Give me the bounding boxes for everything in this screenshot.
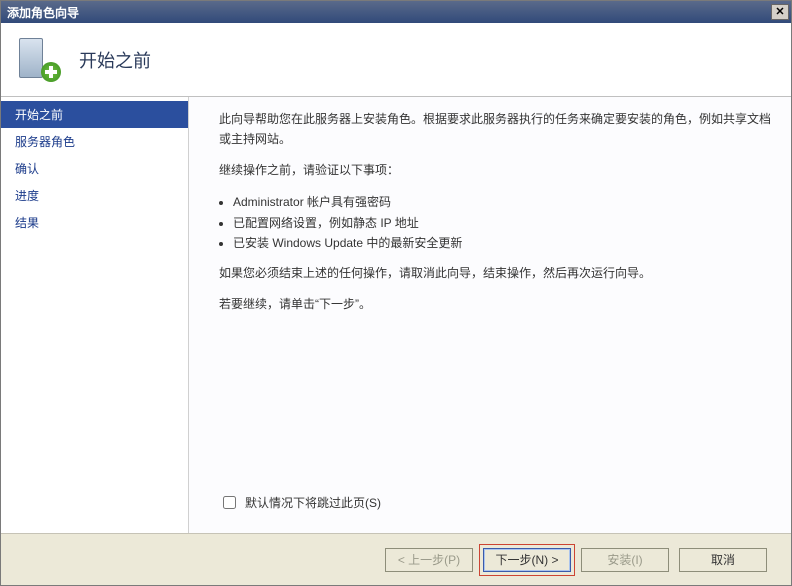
sidebar-item-label: 进度 — [15, 189, 39, 203]
sidebar-item-label: 开始之前 — [15, 108, 63, 122]
content-panel: 此向导帮助您在此服务器上安装角色。根据要求此服务器执行的任务来确定要安装的角色，… — [189, 97, 791, 533]
sidebar-item-label: 服务器角色 — [15, 135, 75, 149]
install-button: 安装(I) — [581, 548, 669, 572]
next-button[interactable]: 下一步(N) > — [483, 548, 571, 572]
page-title: 开始之前 — [79, 47, 151, 73]
close-icon[interactable]: ✕ — [771, 4, 789, 20]
wizard-header: 开始之前 — [1, 23, 791, 97]
cancel-button[interactable]: 取消 — [679, 548, 767, 572]
wizard-footer: < 上一步(P) 下一步(N) > 安装(I) 取消 — [1, 533, 791, 585]
warning-text: 如果您必须结束上述的任何操作，请取消此向导，结束操作，然后再次运行向导。 — [219, 263, 771, 283]
list-item: 已安装 Windows Update 中的最新安全更新 — [233, 233, 771, 253]
server-role-icon — [15, 36, 63, 84]
continue-hint: 若要继续，请单击“下一步”。 — [219, 294, 771, 314]
verify-heading: 继续操作之前，请验证以下事项： — [219, 160, 771, 180]
window-title: 添加角色向导 — [7, 4, 771, 21]
skip-checkbox[interactable] — [223, 496, 236, 509]
skip-checkbox-label[interactable]: 默认情况下将跳过此页(S) — [245, 493, 381, 513]
back-button: < 上一步(P) — [385, 548, 473, 572]
list-item: Administrator 帐户具有强密码 — [233, 192, 771, 212]
sidebar-item-results[interactable]: 结果 — [1, 209, 188, 236]
skip-row: 默认情况下将跳过此页(S) — [219, 493, 771, 523]
sidebar-item-progress[interactable]: 进度 — [1, 182, 188, 209]
sidebar-item-confirmation[interactable]: 确认 — [1, 155, 188, 182]
wizard-body: 开始之前 服务器角色 确认 进度 结果 此向导帮助您在此服务器上安装角色。根据要… — [1, 97, 791, 533]
titlebar: 添加角色向导 ✕ — [1, 1, 791, 23]
sidebar-item-label: 结果 — [15, 216, 39, 230]
sidebar-item-label: 确认 — [15, 162, 39, 176]
list-item: 已配置网络设置，例如静态 IP 地址 — [233, 213, 771, 233]
verify-list: Administrator 帐户具有强密码 已配置网络设置，例如静态 IP 地址… — [219, 192, 771, 253]
intro-text: 此向导帮助您在此服务器上安装角色。根据要求此服务器执行的任务来确定要安装的角色，… — [219, 109, 771, 150]
wizard-window: 添加角色向导 ✕ 开始之前 开始之前 服务器角色 确认 进度 结果 — [0, 0, 792, 586]
sidebar: 开始之前 服务器角色 确认 进度 结果 — [1, 97, 189, 533]
sidebar-item-before-you-begin[interactable]: 开始之前 — [1, 101, 188, 128]
sidebar-item-server-roles[interactable]: 服务器角色 — [1, 128, 188, 155]
